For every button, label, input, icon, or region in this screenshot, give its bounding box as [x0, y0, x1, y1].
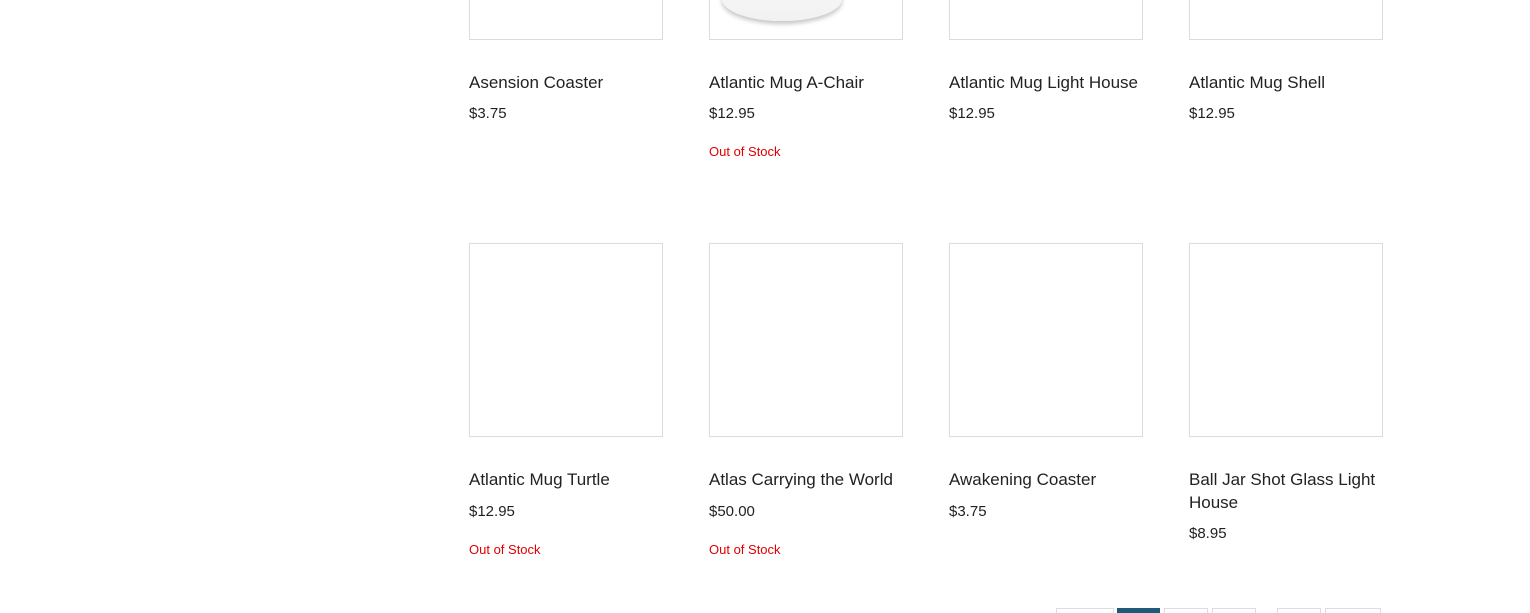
product-name[interactable]: Ball Jar Shot Glass Light House [1189, 468, 1383, 514]
pagination-next[interactable] [1325, 608, 1381, 613]
product-name[interactable]: Atlantic Mug Light House [949, 71, 1143, 94]
mug-image [722, 0, 842, 21]
product-image[interactable] [1189, 0, 1383, 40]
product-price: $12.95 [1189, 105, 1235, 122]
product-name[interactable]: Atlas Carrying the World [709, 468, 903, 491]
product-grid-page: Asension Coaster $3.75 Atlantic Mug A-Ch… [0, 0, 1530, 613]
product-image[interactable] [469, 243, 663, 437]
product-price: $8.95 [1189, 525, 1227, 542]
product-name[interactable]: Atlantic Mug A-Chair [709, 71, 903, 94]
product-price: $12.95 [469, 503, 515, 520]
stock-status: Out of Stock [709, 144, 781, 159]
product-name[interactable]: Asension Coaster [469, 71, 663, 94]
product-name[interactable]: Atlantic Mug Shell [1189, 71, 1383, 94]
product-price: $12.95 [949, 105, 995, 122]
product-image[interactable] [949, 243, 1143, 437]
pagination-prev[interactable] [1056, 608, 1114, 613]
product-name[interactable]: Awakening Coaster [949, 468, 1143, 491]
product-image[interactable] [709, 0, 903, 40]
pagination-page-current[interactable] [1117, 608, 1160, 613]
product-price: $3.75 [469, 105, 507, 122]
product-image[interactable] [1189, 243, 1383, 437]
product-image[interactable] [709, 243, 903, 437]
stock-status: Out of Stock [469, 542, 541, 557]
pagination-page[interactable] [1164, 608, 1208, 613]
product-price: $50.00 [709, 503, 755, 520]
product-price: $3.75 [949, 503, 987, 520]
product-image[interactable] [469, 0, 663, 40]
pagination-page-last[interactable] [1277, 608, 1321, 613]
stock-status: Out of Stock [709, 542, 781, 557]
product-image[interactable] [949, 0, 1143, 40]
pagination-page[interactable] [1212, 608, 1256, 613]
product-name[interactable]: Atlantic Mug Turtle [469, 468, 663, 491]
product-price: $12.95 [709, 105, 755, 122]
